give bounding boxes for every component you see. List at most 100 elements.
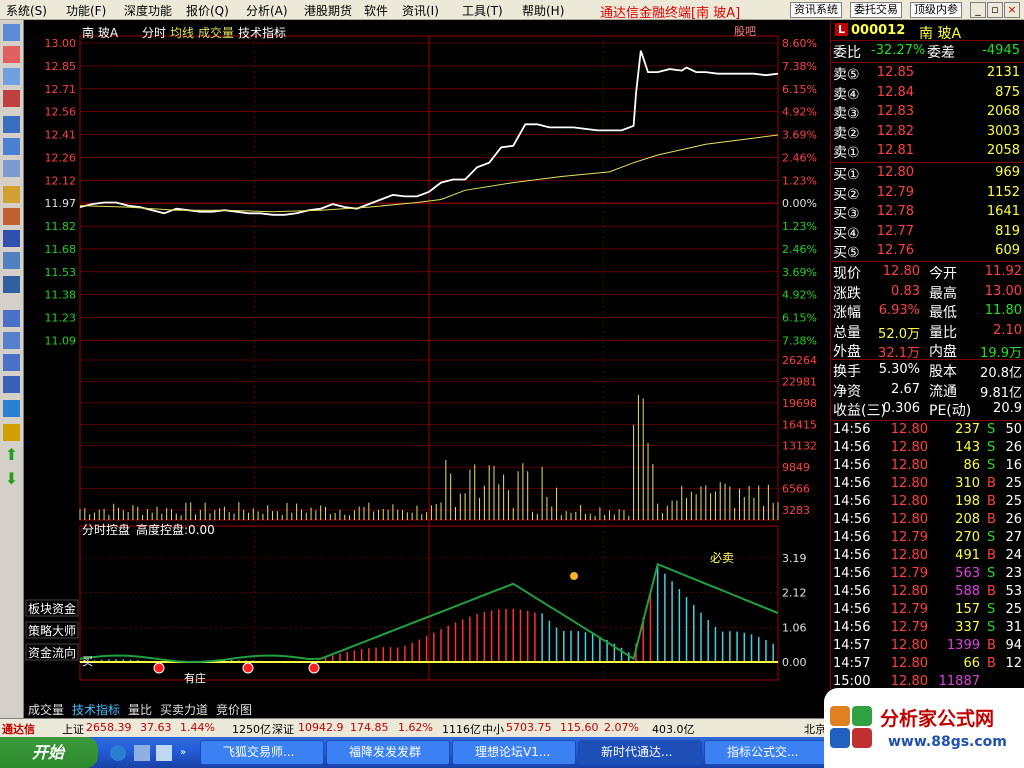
price-tick: 12.26: [45, 151, 77, 164]
intraday-chart[interactable]: 南 玻A 分时 均线 成交量 技术指标 股吧 13.00 8.60% 12.85 7.…: [24, 20, 830, 700]
tab-volume-bottom[interactable]: 成交量: [28, 701, 64, 718]
trade-price: 12.80: [890, 494, 928, 509]
indicator-name: 分时控盘: [82, 522, 130, 537]
menu-help[interactable]: 帮助(H): [522, 2, 564, 19]
expand-icon[interactable]: »: [180, 747, 186, 758]
left-toolbar: ⬆ ⬇: [0, 20, 24, 718]
menu-info[interactable]: 资讯(I): [402, 2, 439, 19]
stat-label: 换手: [833, 364, 861, 380]
arrow-down-icon[interactable]: ⬇: [3, 470, 20, 487]
trade-side: B: [987, 494, 996, 509]
fund-flow-button[interactable]: 资金流向: [28, 645, 76, 660]
task-feihu[interactable]: 飞狐交易师...: [200, 740, 324, 765]
trade-volume: 86: [963, 458, 980, 473]
trade-price: 12.79: [890, 602, 928, 617]
stat-value: 6.93%: [878, 303, 920, 318]
tab-buy-sell-power[interactable]: 买卖力道: [160, 701, 208, 718]
strategy-master-button[interactable]: 策略大师: [28, 623, 76, 638]
ie-icon[interactable]: [110, 745, 126, 761]
sector-fund-button[interactable]: 板块资金: [28, 601, 76, 616]
people-icon[interactable]: [3, 208, 20, 225]
vol-tick: 22981: [782, 375, 817, 388]
stat-value: 11.80: [984, 303, 1022, 318]
quicklaunch-icon[interactable]: [134, 745, 150, 761]
etf-icon[interactable]: [3, 276, 20, 293]
desktop-icon[interactable]: [156, 745, 172, 761]
price-tick: 13.00: [45, 37, 77, 50]
trade-time: 14:56: [833, 584, 871, 599]
price-tick: 11.23: [45, 312, 77, 325]
task-formula[interactable]: 指标公式交...: [704, 740, 828, 765]
report-icon[interactable]: [3, 116, 20, 133]
fund-icon[interactable]: [3, 230, 20, 247]
tab-tech-indicator[interactable]: 技术指标: [72, 701, 120, 718]
stat-label: 总量: [833, 324, 861, 341]
pencil-icon[interactable]: [3, 424, 20, 441]
sz-label: 深证: [272, 723, 294, 736]
menu-tools[interactable]: 工具(T): [462, 2, 503, 19]
enter-icon[interactable]: [3, 400, 20, 417]
menu-analysis[interactable]: 分析(A): [246, 2, 288, 19]
menu-hk-futures[interactable]: 港股期货: [304, 2, 352, 19]
stat-label: 涨跌: [833, 285, 861, 302]
trade-button[interactable]: 委托交易: [850, 2, 902, 18]
kline-icon[interactable]: [3, 90, 20, 107]
sell-signal-label: 必卖: [710, 551, 734, 565]
minimize-button[interactable]: _: [970, 2, 986, 18]
wave-icon[interactable]: [3, 310, 20, 327]
task-tdx[interactable]: 新时代通达...: [578, 740, 702, 765]
trade-count: 94: [1005, 638, 1022, 653]
signal-marker: [242, 662, 254, 674]
zx-pct: 2.07%: [604, 721, 639, 734]
menu-bar: 系统(S) 功能(F) 深度功能 报价(Q) 分析(A) 港股期货 软件 资讯(…: [0, 0, 1024, 21]
start-button[interactable]: 开始: [0, 737, 98, 768]
trade-count: 16: [1005, 458, 1022, 473]
insider-button[interactable]: 顶级内参: [910, 2, 962, 18]
stock-forum-link[interactable]: 股吧: [734, 25, 756, 38]
tab-avg-line[interactable]: 均线: [170, 26, 194, 40]
search-icon[interactable]: [3, 252, 20, 269]
tab-volume[interactable]: 成交量: [198, 25, 234, 40]
logo-icon: [830, 698, 874, 750]
menu-deep-function[interactable]: 深度功能: [124, 2, 172, 19]
percent-icon[interactable]: [3, 376, 20, 393]
menu-quote[interactable]: 报价(Q): [186, 2, 229, 19]
ask-volume: 2131: [986, 65, 1020, 80]
tab-indicator[interactable]: 技术指标: [238, 25, 286, 40]
tab-volume-ratio[interactable]: 量比: [128, 701, 152, 718]
zx-index: 5703.75: [506, 721, 552, 734]
trade-price: 12.80: [890, 674, 928, 689]
task-group[interactable]: 福降发发发群: [326, 740, 450, 765]
menu-function[interactable]: 功能(F): [66, 2, 106, 19]
book-icon[interactable]: [3, 160, 20, 177]
price-tick: 11.82: [45, 220, 77, 233]
info-system-button[interactable]: 资讯系统: [790, 2, 842, 18]
line-chart-icon[interactable]: [3, 68, 20, 85]
quote-list-icon[interactable]: [3, 24, 20, 41]
ask-label: 卖①: [833, 145, 860, 161]
grid-icon[interactable]: [3, 46, 20, 63]
close-button[interactable]: ×: [1004, 2, 1020, 18]
restore-button[interactable]: ▫: [987, 2, 1003, 18]
tab-auction[interactable]: 竞价图: [216, 701, 252, 718]
menu-software[interactable]: 软件: [364, 2, 388, 19]
bars-icon[interactable]: [3, 354, 20, 371]
mail-icon[interactable]: [3, 186, 20, 203]
trade-side: B: [987, 548, 996, 563]
pct-tick: 1.23%: [782, 174, 817, 187]
stat-value: 52.0万: [878, 326, 920, 342]
stat-label: 收益(三): [833, 403, 886, 419]
sz-change: 174.85: [350, 721, 389, 734]
menu-system[interactable]: 系统(S): [6, 2, 47, 19]
trend-icon[interactable]: [3, 332, 20, 349]
signal-marker: [153, 662, 165, 674]
task-forum[interactable]: 理想论坛V1...: [452, 740, 576, 765]
ask-price: 12.82: [876, 123, 914, 139]
tab-intraday[interactable]: 分时: [142, 26, 166, 40]
f10-icon[interactable]: [3, 138, 20, 155]
chart-svg: 南 玻A 分时 均线 成交量 技术指标 股吧 13.00 8.60% 12.85 7.…: [24, 20, 830, 700]
trade-price: 12.80: [890, 476, 928, 491]
trade-volume: 588: [955, 584, 980, 599]
arrow-up-icon[interactable]: ⬆: [3, 446, 20, 463]
ask-label: 卖③: [833, 106, 860, 122]
